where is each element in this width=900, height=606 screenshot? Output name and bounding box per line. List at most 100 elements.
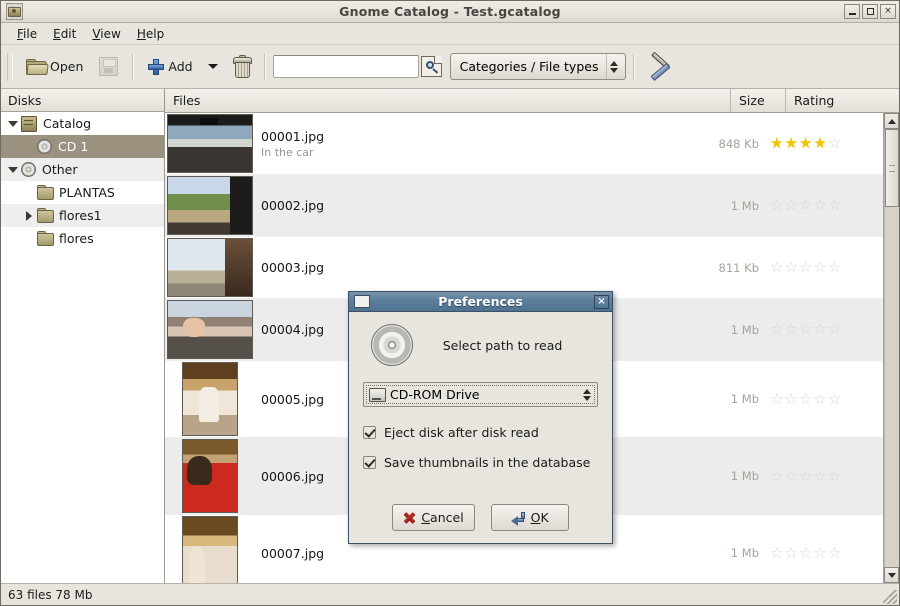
star-icon[interactable]: ☆ — [813, 546, 826, 561]
sidebar-item-flores[interactable]: flores — [1, 227, 164, 250]
save-thumbnails-label: Save thumbnails in the database — [384, 455, 590, 470]
scroll-down-button[interactable] — [884, 567, 899, 583]
dialog-titlebar[interactable]: Preferences × — [349, 292, 612, 312]
star-icon[interactable]: ☆ — [770, 198, 783, 213]
menu-view[interactable]: View — [84, 25, 128, 43]
star-icon[interactable]: ☆ — [799, 546, 812, 561]
search-input[interactable] — [273, 55, 419, 78]
toolbar-grip[interactable] — [7, 53, 13, 81]
sidebar-item-other[interactable]: Other — [1, 158, 164, 181]
star-icon[interactable]: ☆ — [828, 469, 841, 484]
column-header-size[interactable]: Size — [731, 89, 786, 112]
cancel-button[interactable]: Cancel — [392, 504, 474, 531]
star-icon[interactable]: ☆ — [828, 198, 841, 213]
star-icon[interactable]: ☆ — [828, 322, 841, 337]
rating-stars[interactable]: ☆☆☆☆☆ — [765, 260, 883, 275]
star-icon[interactable]: ☆ — [784, 469, 797, 484]
star-icon[interactable]: ☆ — [813, 260, 826, 275]
star-icon[interactable]: ★ — [813, 136, 826, 151]
column-header-files[interactable]: Files — [165, 89, 731, 112]
rating-stars[interactable]: ☆☆☆☆☆ — [765, 392, 883, 407]
star-icon[interactable]: ★ — [799, 136, 812, 151]
scrollbar-thumb[interactable] — [885, 129, 899, 207]
star-icon[interactable]: ☆ — [813, 322, 826, 337]
expander-right-icon[interactable] — [21, 211, 37, 221]
delete-button[interactable] — [226, 53, 257, 80]
save-button[interactable] — [92, 53, 125, 80]
menu-file[interactable]: File — [9, 25, 45, 43]
star-icon[interactable]: ☆ — [813, 392, 826, 407]
files-column-headers: Files Size Rating — [165, 89, 899, 113]
star-icon[interactable]: ☆ — [770, 392, 783, 407]
expander-down-icon[interactable] — [5, 167, 21, 173]
star-icon[interactable]: ☆ — [799, 322, 812, 337]
star-icon[interactable]: ☆ — [813, 469, 826, 484]
star-icon[interactable]: ☆ — [799, 469, 812, 484]
star-icon[interactable]: ☆ — [828, 392, 841, 407]
preferences-button[interactable] — [642, 53, 678, 81]
window-icon — [354, 295, 370, 308]
column-header-rating[interactable]: Rating — [786, 89, 899, 112]
star-icon[interactable]: ☆ — [770, 469, 783, 484]
star-icon[interactable]: ★ — [770, 136, 783, 151]
star-icon[interactable]: ☆ — [784, 322, 797, 337]
sidebar-item-catalog[interactable]: Catalog — [1, 112, 164, 135]
categories-filter-combo[interactable]: Categories / File types — [450, 53, 627, 80]
window-titlebar[interactable]: Gnome Catalog - Test.gcatalog × — [1, 1, 899, 23]
menu-help[interactable]: Help — [129, 25, 172, 43]
rating-stars[interactable]: ☆☆☆☆☆ — [765, 469, 883, 484]
path-select-combo[interactable]: CD-ROM Drive — [363, 382, 598, 407]
scroll-up-button[interactable] — [884, 113, 899, 129]
sidebar-item-cd-1[interactable]: CD 1 — [1, 135, 164, 158]
star-icon[interactable]: ☆ — [770, 546, 783, 561]
file-name-cell: 00001.jpgIn the car — [255, 129, 704, 159]
rating-stars[interactable]: ☆☆☆☆☆ — [765, 322, 883, 337]
add-button[interactable]: Add — [141, 55, 199, 79]
sidebar-item-flores1[interactable]: flores1 — [1, 204, 164, 227]
star-icon[interactable]: ☆ — [770, 322, 783, 337]
sidebar-item-plantas[interactable]: PLANTAS — [1, 181, 164, 204]
close-button[interactable]: × — [880, 4, 896, 19]
table-row[interactable]: 00001.jpgIn the car848 Kb★★★★☆ — [165, 113, 883, 175]
save-thumbnails-checkbox-row[interactable]: Save thumbnails in the database — [363, 455, 598, 470]
minimize-button[interactable] — [844, 4, 860, 19]
ok-button[interactable]: OK — [491, 504, 569, 531]
star-icon[interactable]: ☆ — [799, 260, 812, 275]
open-button[interactable]: Open — [19, 55, 90, 78]
dialog-close-button[interactable]: × — [594, 295, 609, 309]
star-icon[interactable]: ☆ — [784, 260, 797, 275]
folder-icon — [37, 232, 53, 245]
files-vertical-scrollbar[interactable] — [883, 113, 899, 583]
expander-down-icon[interactable] — [5, 121, 21, 127]
eject-disk-checkbox[interactable] — [363, 426, 376, 439]
star-icon[interactable]: ☆ — [784, 546, 797, 561]
star-icon[interactable]: ☆ — [784, 198, 797, 213]
star-icon[interactable]: ☆ — [828, 260, 841, 275]
eject-disk-checkbox-row[interactable]: Eject disk after disk read — [363, 425, 598, 440]
save-thumbnails-checkbox[interactable] — [363, 456, 376, 469]
drawer-icon — [21, 116, 37, 132]
add-button-label: Add — [168, 59, 192, 74]
table-row[interactable]: 00003.jpg811 Kb☆☆☆☆☆ — [165, 237, 883, 299]
rating-stars[interactable]: ☆☆☆☆☆ — [765, 546, 883, 561]
file-name-cell: 00002.jpg — [255, 198, 704, 213]
maximize-button[interactable] — [862, 4, 878, 19]
table-row[interactable]: 00002.jpg1 Mb☆☆☆☆☆ — [165, 175, 883, 237]
star-icon[interactable]: ☆ — [813, 198, 826, 213]
star-icon[interactable]: ☆ — [799, 198, 812, 213]
search-icon[interactable] — [421, 56, 442, 77]
resize-grip[interactable] — [883, 590, 897, 604]
chevron-down-icon[interactable] — [208, 64, 218, 69]
thumbnail-cell — [165, 300, 255, 359]
star-icon[interactable]: ☆ — [799, 392, 812, 407]
rating-stars[interactable]: ★★★★☆ — [765, 136, 883, 151]
scrollbar-track[interactable] — [884, 129, 899, 567]
rating-stars[interactable]: ☆☆☆☆☆ — [765, 198, 883, 213]
star-icon[interactable]: ☆ — [784, 392, 797, 407]
star-icon[interactable]: ★ — [784, 136, 797, 151]
menu-edit[interactable]: Edit — [45, 25, 84, 43]
disks-column-header[interactable]: Disks — [1, 89, 164, 112]
star-icon[interactable]: ☆ — [828, 546, 841, 561]
star-icon[interactable]: ☆ — [828, 136, 841, 151]
star-icon[interactable]: ☆ — [770, 260, 783, 275]
